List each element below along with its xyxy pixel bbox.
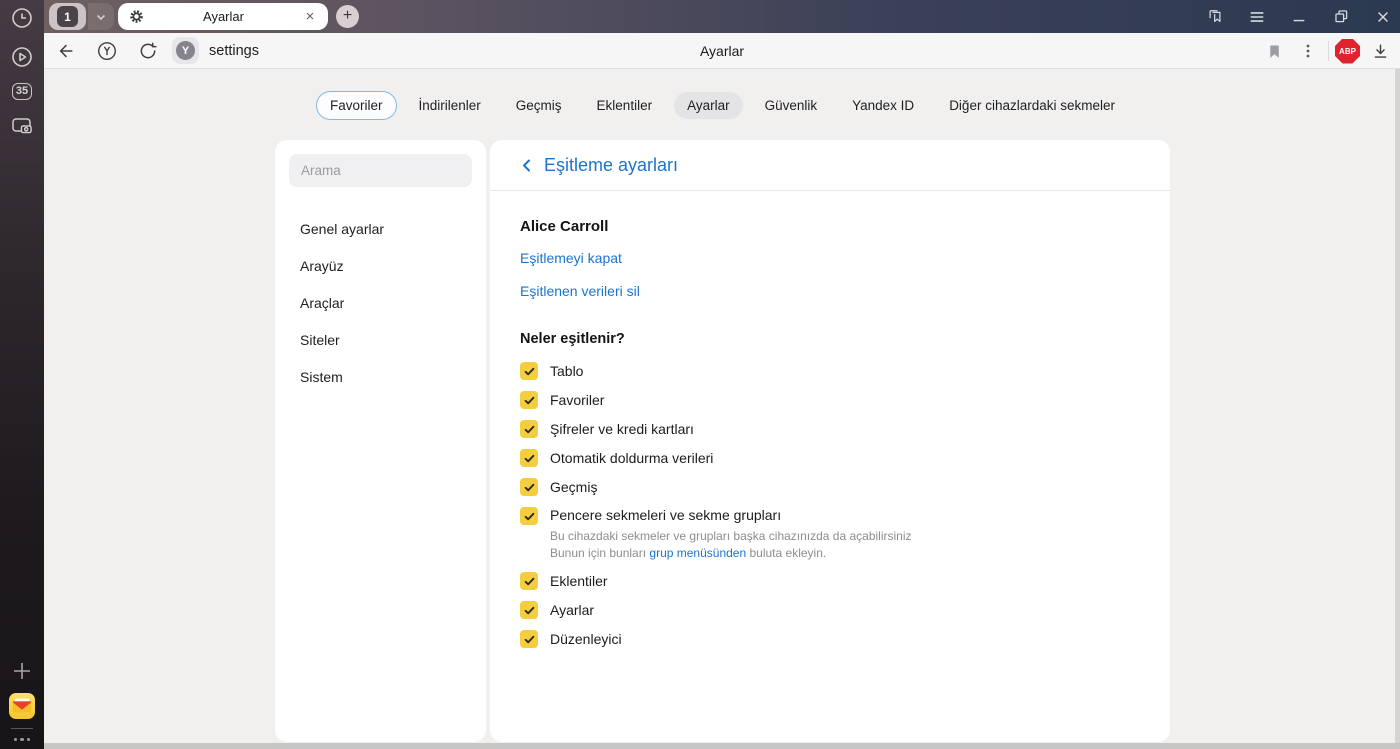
group-menu-link[interactable]: grup menüsünden <box>649 546 746 560</box>
sync-item-ayarlar: Ayarlar <box>520 601 1140 619</box>
what-syncs-title: Neler eşitlenir? <box>520 331 625 347</box>
history-clock-icon[interactable] <box>9 5 35 31</box>
checkbox-checked-icon[interactable] <box>520 449 538 467</box>
sync-item-favoriler: Favoriler <box>520 391 1140 409</box>
settings-nav-sistem[interactable]: Sistem <box>289 365 472 389</box>
sync-settings-title: Eşitleme ayarları <box>544 155 679 175</box>
window-right-edge <box>1395 69 1400 743</box>
settings-nav-genel-ayarlar[interactable]: Genel ayarlar <box>289 217 472 241</box>
checkbox-checked-icon[interactable] <box>520 601 538 619</box>
url-bar[interactable]: Y settings <box>172 37 259 64</box>
sync-settings-card: Eşitleme ayarları Alice Carroll Eşitleme… <box>490 140 1170 742</box>
sync-item-pencere-sekmeleri: Pencere sekmeleri ve sekme grupları Bu c… <box>520 507 1140 561</box>
rail-more-icon[interactable] <box>13 737 31 741</box>
yandex-button-icon[interactable] <box>93 37 121 65</box>
nav-tab-yandex-id[interactable]: Yandex ID <box>839 92 927 119</box>
active-tab[interactable]: Ayarlar × <box>118 3 328 30</box>
nav-tab-indirilenler[interactable]: İndirilenler <box>406 92 494 119</box>
window-minimize-icon[interactable] <box>1290 8 1308 26</box>
side-panel-icon[interactable] <box>1206 8 1224 26</box>
url-text[interactable]: settings <box>209 43 259 59</box>
back-chevron-icon[interactable] <box>520 158 533 173</box>
new-tab-button[interactable]: + <box>336 5 359 28</box>
play-media-icon[interactable] <box>9 44 35 70</box>
adblock-plus-icon[interactable]: ABP <box>1335 38 1360 64</box>
nav-tab-guvenlik[interactable]: Güvenlik <box>752 92 831 119</box>
checkbox-checked-icon[interactable] <box>520 362 538 380</box>
tab-bar: 1 Ayarlar × + <box>44 0 1400 33</box>
sync-items-list: Tablo Favoriler Şifreler ve kredi kartla… <box>520 362 1140 648</box>
checkbox-checked-icon[interactable] <box>520 630 538 648</box>
tab-close-icon[interactable]: × <box>302 8 318 25</box>
window-bottom-edge <box>44 743 1400 749</box>
settings-nav-arayuz[interactable]: Arayüz <box>289 254 472 278</box>
site-favicon: Y <box>172 37 199 64</box>
checkbox-checked-icon[interactable] <box>520 391 538 409</box>
settings-page: Favoriler İndirilenler Geçmiş Eklentiler… <box>44 69 1400 749</box>
sync-item-otomatik-doldurma: Otomatik doldurma verileri <box>520 449 1140 467</box>
sync-settings-header[interactable]: Eşitleme ayarları <box>490 140 1170 191</box>
back-arrow-icon[interactable] <box>52 37 80 65</box>
settings-nav-siteler[interactable]: Siteler <box>289 328 472 352</box>
sync-item-tablo: Tablo <box>520 362 1140 380</box>
nav-tab-favoriler[interactable]: Favoriler <box>315 91 397 120</box>
downloads-icon[interactable] <box>1366 37 1394 65</box>
tab-group-count: 1 <box>57 6 78 27</box>
browser-side-rail: 35 <box>0 0 44 749</box>
yandex-mail-icon[interactable] <box>9 692 35 719</box>
add-panel-icon[interactable] <box>9 658 35 684</box>
tab-group-button[interactable]: 1 <box>49 3 86 30</box>
refresh-icon[interactable] <box>134 37 162 65</box>
settings-nav-araclar[interactable]: Araçlar <box>289 291 472 315</box>
sync-item-sifreler: Şifreler ve kredi kartları <box>520 420 1140 438</box>
sync-item-duzenleyici: Düzenleyici <box>520 630 1140 648</box>
checkbox-checked-icon[interactable] <box>520 420 538 438</box>
nav-tab-diger-cihazlar[interactable]: Diğer cihazlardaki sekmeler <box>936 92 1128 119</box>
account-name: Alice Carroll <box>520 218 609 235</box>
gear-icon <box>128 8 145 25</box>
delete-synced-data-link[interactable]: Eşitlenen verileri sil <box>520 283 640 299</box>
checkbox-checked-icon[interactable] <box>520 478 538 496</box>
settings-search-input[interactable] <box>289 154 472 187</box>
nav-tab-eklentiler[interactable]: Eklentiler <box>584 92 666 119</box>
tab-title: Ayarlar <box>203 9 244 24</box>
settings-nav-card: Genel ayarlar Arayüz Araçlar Siteler Sis… <box>275 140 486 742</box>
sync-item-gecmis: Geçmiş <box>520 478 1140 496</box>
checkbox-checked-icon[interactable] <box>520 572 538 590</box>
address-toolbar: Y settings Ayarlar ABP <box>44 33 1400 69</box>
checkbox-checked-icon[interactable] <box>520 507 538 525</box>
window-restore-icon[interactable] <box>1332 8 1350 26</box>
tab-group-chevron-icon[interactable] <box>88 3 114 30</box>
screenshot-tool-icon[interactable] <box>9 113 35 139</box>
bookmark-flag-icon[interactable] <box>1260 37 1288 65</box>
rail-divider <box>11 727 33 729</box>
tab-count-badge[interactable]: 35 <box>11 83 33 100</box>
more-options-dots-icon[interactable] <box>1294 37 1322 65</box>
window-close-icon[interactable] <box>1374 8 1392 26</box>
turn-off-sync-link[interactable]: Eşitlemeyi kapat <box>520 250 622 266</box>
settings-top-nav: Favoriler İndirilenler Geçmiş Eklentiler… <box>44 91 1400 120</box>
tab-groups-note: Bu cihazdaki sekmeler ve grupları başka … <box>550 529 912 560</box>
menu-hamburger-icon[interactable] <box>1248 8 1266 26</box>
toolbar-separator <box>1328 41 1329 61</box>
nav-tab-ayarlar[interactable]: Ayarlar <box>674 92 743 119</box>
sync-item-eklentiler: Eklentiler <box>520 572 1140 590</box>
nav-tab-gecmis[interactable]: Geçmiş <box>503 92 575 119</box>
